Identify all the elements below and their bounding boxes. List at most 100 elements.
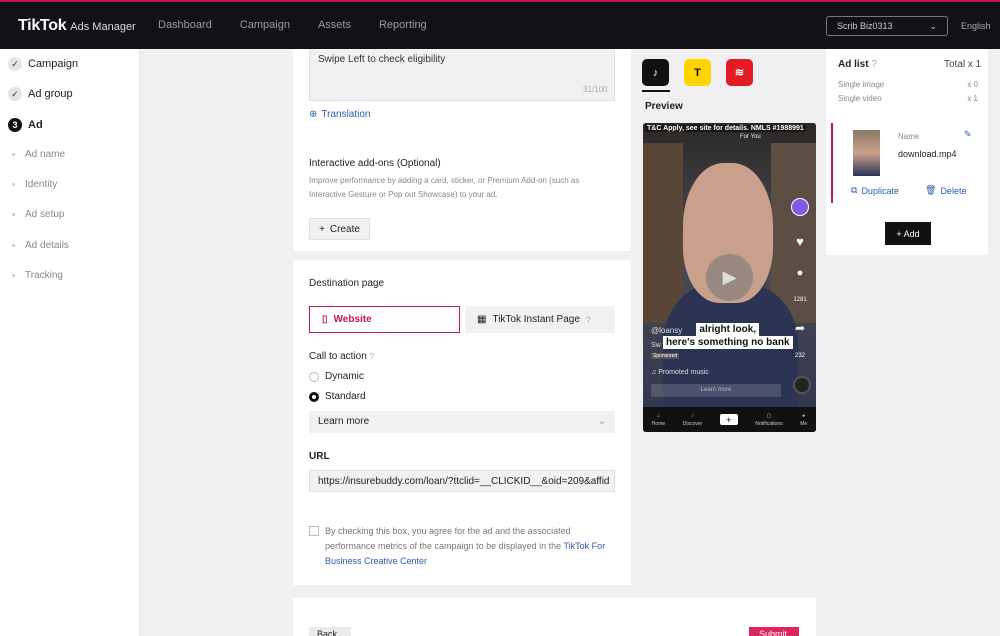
nav-campaign[interactable]: Campaign — [240, 19, 290, 31]
tab-label: Notifications — [755, 420, 783, 427]
tiktok-icon[interactable]: ♪ — [642, 59, 669, 86]
ad-list-title-text: Ad list — [838, 59, 869, 70]
ad-list-total: Total x 1 — [944, 59, 982, 70]
delete-button[interactable]: 🗑 Delete — [925, 185, 966, 196]
chevron-down-icon: ⌄ — [929, 20, 937, 31]
ad-list-title: Ad list ? — [838, 59, 877, 70]
dot-icon — [12, 213, 15, 216]
substep-ad-details[interactable]: Ad details — [12, 240, 69, 251]
duplicate-button[interactable]: ⧉ Duplicate — [851, 185, 899, 196]
substep-ad-setup[interactable]: Ad setup — [12, 209, 64, 220]
heart-icon: ♥ — [796, 234, 804, 249]
phone-tab-notifications: ▢ Notifications — [755, 413, 782, 427]
trash-icon: 🗑 — [925, 185, 937, 195]
step-label: Ad group — [28, 88, 73, 100]
help-icon[interactable]: ? — [370, 352, 374, 361]
add-ad-button[interactable]: + Add — [885, 222, 931, 245]
active-tab-indicator — [642, 90, 670, 92]
destination-website-button[interactable]: ▯ Website — [309, 306, 460, 333]
home-icon: ⌂ — [656, 412, 660, 419]
chevron-down-icon: ⌄ — [597, 416, 606, 427]
submit-button[interactable]: Submit — [749, 627, 799, 636]
row-label: Single video — [838, 94, 882, 103]
tab-label: Me — [800, 420, 808, 427]
radio-icon — [309, 371, 319, 382]
step-sidebar — [0, 49, 140, 636]
nav-reporting[interactable]: Reporting — [379, 19, 427, 31]
help-icon[interactable]: ? — [586, 315, 591, 325]
substep-identity[interactable]: Identity — [12, 179, 57, 190]
avatar-icon — [791, 198, 809, 216]
pencil-icon[interactable]: ✎ — [964, 129, 972, 140]
url-input[interactable]: https://insurebuddy.com/loan/?ttclid=__C… — [309, 470, 615, 492]
tab-label: Discover — [682, 420, 703, 427]
destination-instant-page-button[interactable]: ▦ TikTok Instant Page ? — [465, 306, 615, 333]
ad-text-input[interactable]: Swipe Left to check eligibility — [309, 49, 615, 101]
step-ad-group[interactable]: ✓ Ad group — [8, 87, 73, 101]
agree-checkbox[interactable] — [309, 526, 319, 536]
translation-link[interactable]: ⊕ Translation — [309, 109, 371, 120]
dot-icon — [12, 274, 15, 277]
language-selector[interactable]: English — [961, 21, 991, 31]
phone-tab-create: + — [719, 414, 738, 425]
dot-icon — [12, 153, 15, 156]
side-action-icons: ♥ ● 1281 ➦ 232 — [791, 198, 809, 359]
cta-title: Call to action ? — [309, 351, 374, 362]
create-addon-button[interactable]: + Create — [309, 218, 370, 240]
ad-list-row: Single video x 1 — [838, 94, 978, 103]
nav-dashboard[interactable]: Dashboard — [158, 19, 212, 31]
topbuzz-icon[interactable]: T — [684, 59, 711, 86]
translate-icon: ⊕ — [309, 109, 318, 120]
checkmark-icon: ✓ — [8, 87, 22, 101]
dot-icon — [12, 183, 15, 186]
subtitle-line: here's something no bank — [663, 336, 793, 349]
phone-tab-me: ● Me — [800, 413, 807, 427]
bookshelf-image — [643, 143, 683, 323]
share-icon: ➦ — [794, 321, 806, 335]
char-counter: 31/100 — [583, 85, 608, 94]
account-selector[interactable]: Scrib Biz0313 ⌄ — [826, 16, 948, 36]
duplicate-label: Duplicate — [861, 185, 899, 196]
disclaimer-text: T&C Apply, see site for details. NMLS #1… — [645, 125, 806, 132]
music-text: Promoted music — [658, 369, 709, 376]
nav-assets[interactable]: Assets — [318, 19, 351, 31]
instant-page-label: TikTok Instant Page — [492, 314, 580, 325]
url-title: URL — [309, 451, 330, 462]
agree-text: By checking this box, you agree for the … — [325, 524, 615, 569]
substep-label: Identity — [25, 179, 58, 190]
tab-label: Home — [651, 420, 666, 427]
sponsored-badge: Sponsored — [651, 353, 680, 359]
website-icon: ▯ — [322, 314, 328, 325]
cta-standard-radio[interactable]: Standard — [309, 391, 366, 402]
music-disc-icon — [793, 376, 811, 394]
substep-label: Ad details — [25, 240, 69, 251]
translation-label: Translation — [321, 109, 371, 120]
delete-label: Delete — [940, 185, 967, 196]
top-bar: TikTok Ads Manager Dashboard Campaign As… — [0, 0, 1000, 49]
pangle-icon[interactable]: ≋ — [726, 59, 753, 86]
ad-list-item[interactable]: Name download.mp4 ✎ ⧉ Duplicate 🗑 Delete — [831, 123, 978, 203]
substep-tracking[interactable]: Tracking — [12, 270, 63, 281]
row-count: x 1 — [967, 94, 978, 103]
substep-ad-name[interactable]: Ad name — [12, 149, 65, 160]
help-icon[interactable]: ? — [871, 59, 877, 70]
brand-name: TikTok — [18, 17, 67, 34]
dot-icon — [12, 244, 15, 247]
play-icon[interactable]: ▶ — [706, 254, 753, 301]
ad-list-row: Single image x 0 — [838, 80, 978, 89]
step-ad[interactable]: 3 Ad — [8, 118, 43, 132]
music-note-icon: ♫ — [651, 369, 657, 376]
video-thumbnail — [853, 130, 880, 176]
radio-label: Dynamic — [325, 371, 364, 382]
tiktok-ads-logo[interactable]: TikTok Ads Manager — [18, 17, 136, 35]
step-campaign[interactable]: ✓ Campaign — [8, 57, 78, 71]
learn-more-bar: Learn more — [651, 384, 781, 397]
music-label: ♫ Promoted music — [651, 369, 709, 376]
cta-select[interactable]: Learn more ⌄ — [309, 411, 615, 433]
share-count: 232 — [794, 353, 805, 359]
cta-dynamic-radio[interactable]: Dynamic — [309, 371, 364, 382]
create-label: Create — [329, 223, 360, 235]
back-button[interactable]: Back — [309, 627, 351, 636]
plus-icon: + — [719, 414, 738, 425]
subtitle-line: alright look, — [696, 323, 760, 336]
